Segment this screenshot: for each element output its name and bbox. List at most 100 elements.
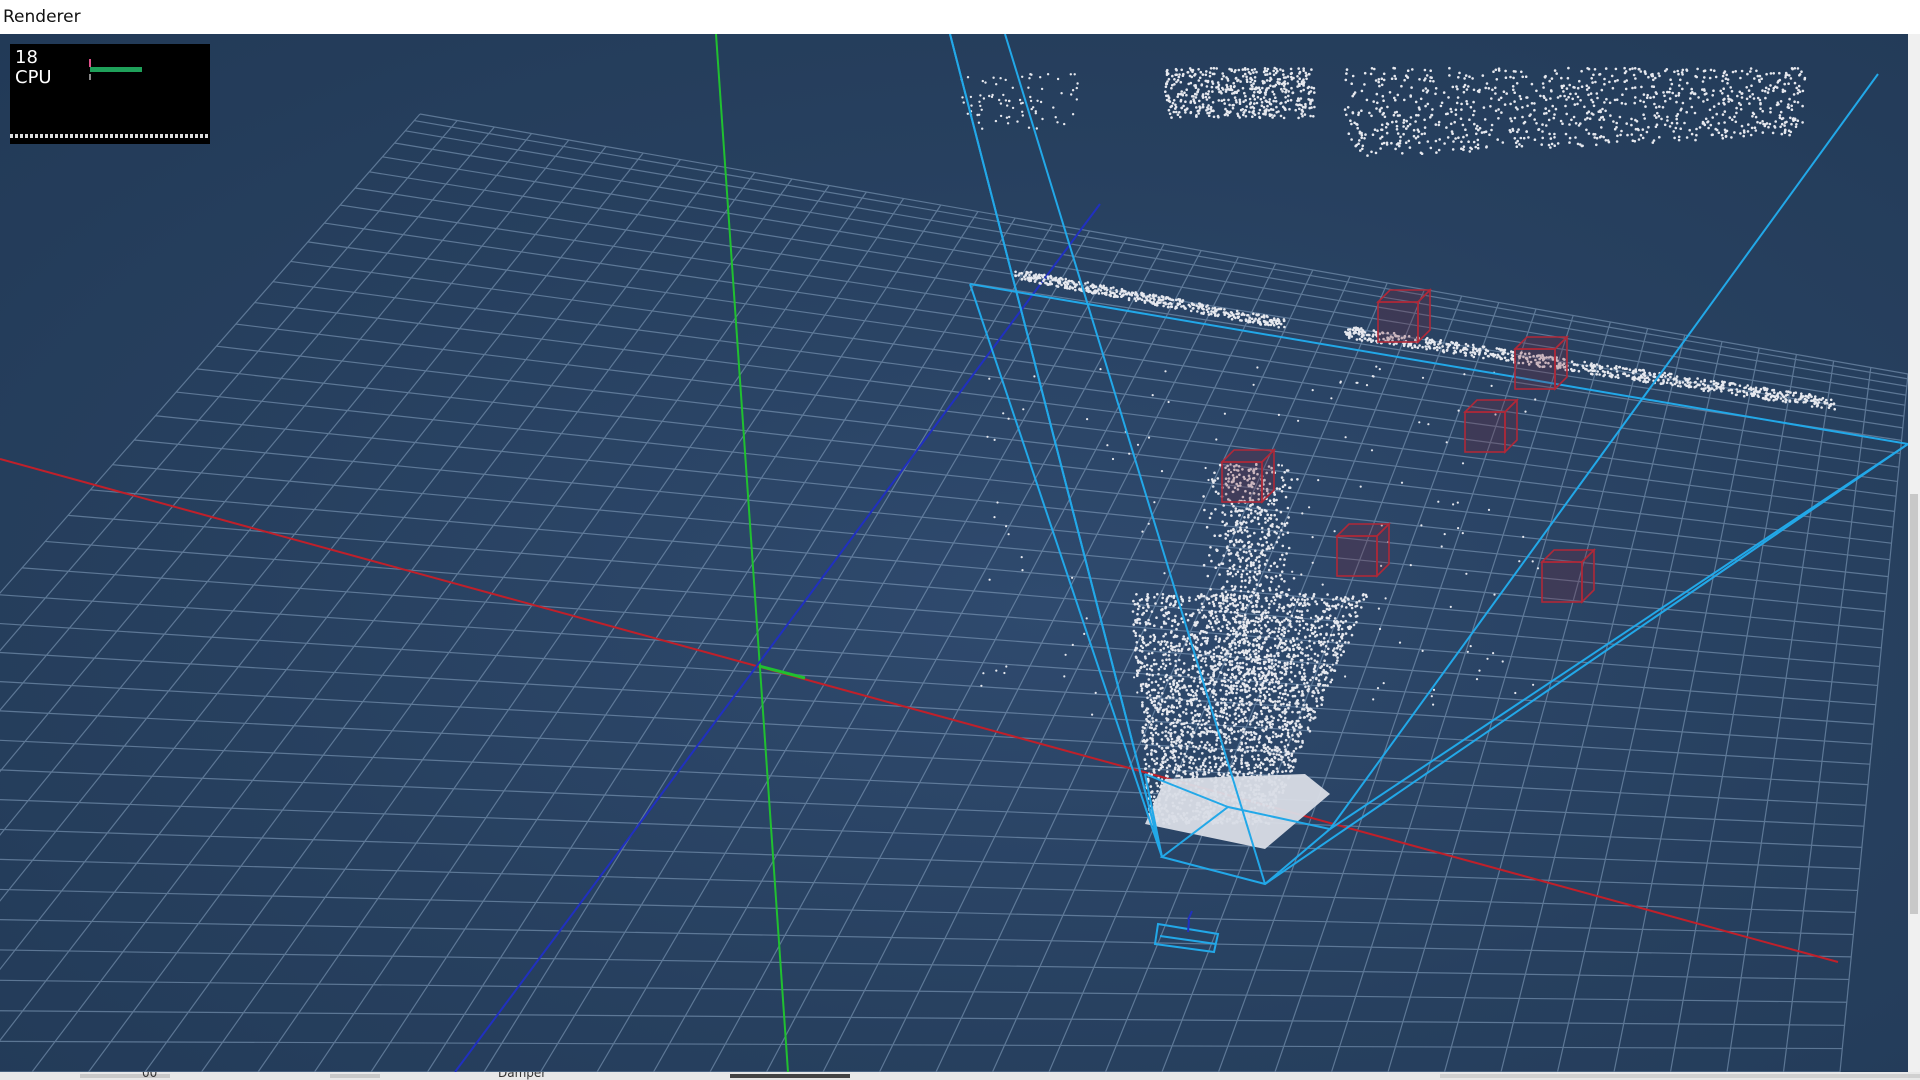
cloud-point xyxy=(1633,67,1637,70)
cloud-point xyxy=(1159,648,1162,652)
cloud-point xyxy=(1678,381,1682,385)
cloud-point xyxy=(1327,647,1330,651)
cloud-point xyxy=(1268,499,1272,503)
cloud-point xyxy=(1069,73,1073,76)
cloud-point xyxy=(1211,101,1215,104)
cloud-point xyxy=(1245,526,1248,529)
cloud-point xyxy=(1029,95,1032,99)
cloud-point xyxy=(1134,299,1138,303)
grid-line xyxy=(0,622,1872,745)
cloud-point xyxy=(1245,595,1249,599)
cloud-point xyxy=(1244,579,1247,582)
cloud-point xyxy=(1810,395,1813,399)
cloud-point xyxy=(1292,749,1296,753)
cloud-point xyxy=(1361,329,1364,332)
cloud-point xyxy=(1050,282,1054,286)
cloud-point xyxy=(1462,346,1466,350)
cloud-point xyxy=(1655,123,1659,126)
cloud-point xyxy=(1224,107,1227,111)
cloud-point xyxy=(1260,104,1264,107)
cloud-point xyxy=(1712,105,1716,108)
cloud-point xyxy=(1262,693,1266,697)
cloud-point xyxy=(984,81,987,84)
cloud-point xyxy=(1287,763,1290,766)
3d-viewport[interactable]: 18 CPU xyxy=(0,34,1908,1072)
cloud-point xyxy=(1109,294,1112,298)
cloud-point xyxy=(1257,560,1261,563)
cloud-point xyxy=(1235,691,1238,695)
cloud-point xyxy=(1272,616,1276,619)
cloud-point xyxy=(1462,90,1466,94)
cloud-point xyxy=(1347,598,1350,601)
cloud-point xyxy=(1754,115,1758,119)
cloud-point xyxy=(1185,640,1189,643)
cloud-point xyxy=(1203,705,1206,709)
cloud-point xyxy=(1598,118,1601,121)
cloud-point xyxy=(1279,68,1282,71)
cloud-point xyxy=(1245,567,1248,570)
cloud-point xyxy=(1591,366,1595,370)
cloud-point xyxy=(1489,105,1492,108)
cloud-point xyxy=(1321,698,1324,702)
cloud-point xyxy=(1561,122,1564,125)
cloud-point xyxy=(1668,97,1672,100)
cloud-point xyxy=(1260,627,1263,630)
cloud-point xyxy=(1202,311,1206,314)
cloud-point xyxy=(1315,602,1319,606)
cloud-point xyxy=(1284,101,1287,104)
cloud-point xyxy=(1248,102,1252,106)
cloud-point xyxy=(1278,708,1281,711)
cloud-point xyxy=(988,94,991,98)
cloud-point xyxy=(1681,87,1684,91)
cloud-point xyxy=(1509,75,1512,79)
scene-canvas[interactable] xyxy=(0,34,1908,1072)
cloud-point xyxy=(1275,111,1278,114)
cloud-point xyxy=(1790,122,1793,126)
cloud-point xyxy=(1307,685,1310,688)
cloud-point xyxy=(1666,378,1670,381)
cloud-point xyxy=(1332,633,1336,637)
cloud-point xyxy=(1172,99,1176,102)
cloud-point xyxy=(1417,114,1420,117)
cloud-point xyxy=(1260,605,1264,608)
cloud-point xyxy=(1649,96,1652,99)
cloud-point xyxy=(1218,714,1222,718)
cloud-point xyxy=(1157,672,1160,676)
cloud-point xyxy=(1246,640,1250,643)
cloud-point xyxy=(1501,141,1505,144)
cloud-point xyxy=(1581,144,1584,148)
cloud-point xyxy=(1248,316,1251,320)
cloud-point xyxy=(1273,685,1276,689)
cloud-point xyxy=(1456,96,1460,99)
cloud-point xyxy=(1244,115,1248,118)
cloud-point xyxy=(1315,660,1319,664)
cloud-point xyxy=(1465,102,1469,106)
cloud-point xyxy=(1252,106,1256,110)
cloud-point xyxy=(1272,503,1276,506)
cloud-point xyxy=(1213,698,1217,701)
cloud-point xyxy=(1265,547,1269,551)
cloud-point xyxy=(1248,653,1252,657)
cloud-point xyxy=(1402,125,1405,128)
cloud-point xyxy=(1218,463,1222,467)
cloud-point xyxy=(1046,73,1050,76)
cloud-point xyxy=(1029,99,1033,103)
cloud-point xyxy=(1276,80,1279,84)
cloud-point xyxy=(1241,509,1244,512)
cloud-point xyxy=(1245,603,1249,607)
cloud-point xyxy=(1360,339,1364,342)
cloud-point xyxy=(1164,90,1167,93)
cloud-point xyxy=(1250,87,1254,91)
cloud-point xyxy=(1245,551,1248,554)
cloud-point xyxy=(1284,90,1288,94)
cloud-point xyxy=(1269,524,1273,527)
cloud-point xyxy=(1478,126,1482,130)
cloud-point xyxy=(1279,574,1282,577)
cloud-point xyxy=(1280,87,1283,91)
cloud-point xyxy=(1672,378,1676,381)
cloud-point xyxy=(1294,108,1297,112)
cloud-point xyxy=(1702,69,1706,73)
cloud-point xyxy=(1291,636,1295,640)
cloud-point xyxy=(1004,78,1007,82)
cloud-point xyxy=(1711,94,1714,97)
